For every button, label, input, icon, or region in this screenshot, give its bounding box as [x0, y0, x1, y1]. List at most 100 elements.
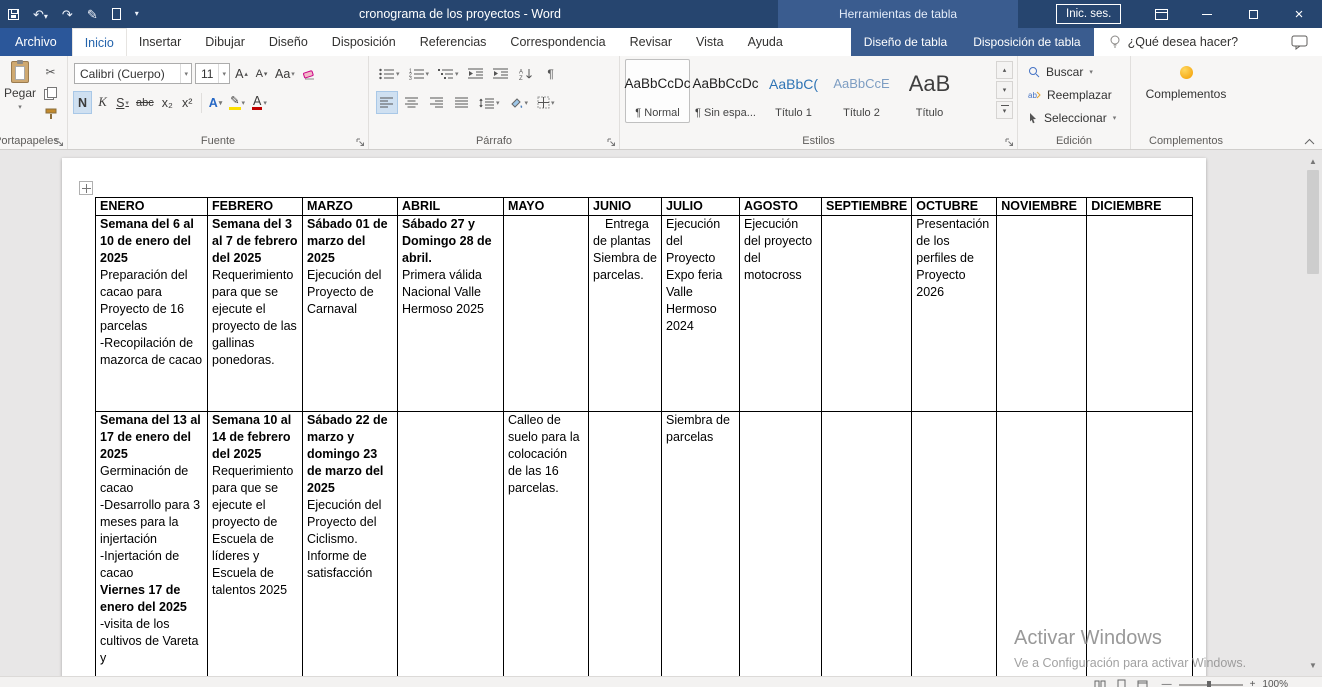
zoom-level[interactable]: 100% — [1262, 679, 1288, 687]
line-spacing-button[interactable]: ▾ — [477, 92, 502, 113]
web-layout-icon[interactable] — [1137, 680, 1148, 687]
gallery-down-button[interactable]: ▾ — [996, 81, 1013, 99]
text-effects-button[interactable]: A▾ — [207, 92, 225, 113]
highlight-color-button[interactable]: ✎▾ — [227, 92, 247, 113]
calendar-cell[interactable]: Semana del 13 al 17 de enero del 2025Ger… — [96, 412, 208, 677]
select-button[interactable]: Seleccionar ▾ — [1018, 108, 1130, 128]
style-normal[interactable]: AaBbCcDc ¶ Normal — [625, 59, 690, 123]
calendar-cell[interactable] — [912, 412, 997, 677]
table-move-handle[interactable] — [79, 181, 93, 195]
tell-me-box[interactable]: ¿Qué desea hacer? — [1109, 28, 1239, 56]
shrink-font-button[interactable]: A▾ — [253, 63, 270, 84]
customize-toolbar-chevron-icon[interactable]: ▾ — [135, 10, 139, 18]
calendar-cell[interactable] — [822, 412, 912, 677]
decrease-indent-button[interactable] — [466, 63, 486, 84]
month-header[interactable]: ENERO — [96, 198, 208, 216]
zoom-out-icon[interactable]: — — [1162, 679, 1172, 687]
tab-ayuda[interactable]: Ayuda — [736, 28, 795, 56]
multilevel-list-button[interactable]: ▾ — [436, 63, 461, 84]
month-header[interactable]: JUNIO — [589, 198, 662, 216]
month-header[interactable]: JULIO — [662, 198, 740, 216]
style-titulo-2[interactable]: AaBbCcE Título 2 — [829, 59, 894, 123]
subscript-button[interactable]: x₂ — [159, 92, 176, 113]
calendar-cell[interactable]: Calleo de suelo para la colocación de la… — [504, 412, 589, 677]
numbering-button[interactable]: 123▾ — [407, 63, 432, 84]
strikethrough-button[interactable]: abc — [134, 92, 156, 113]
tab-diseno-de-tabla[interactable]: Diseño de tabla — [851, 28, 960, 56]
calendar-cell[interactable]: Ejecución del Proyecto Expo feria Valle … — [662, 216, 740, 412]
close-button[interactable]: × — [1276, 0, 1322, 28]
bullets-button[interactable]: ▾ — [377, 63, 402, 84]
tab-diseno[interactable]: Diseño — [257, 28, 320, 56]
tab-insertar[interactable]: Insertar — [127, 28, 193, 56]
style-sin-espaciado[interactable]: AaBbCcDc ¶ Sin espa... — [693, 59, 758, 123]
scrollbar-thumb[interactable] — [1307, 170, 1319, 274]
tab-dibujar[interactable]: Dibujar — [193, 28, 257, 56]
calendar-cell[interactable]: Siembra de parcelas — [662, 412, 740, 677]
collapse-ribbon-chevron-icon[interactable] — [1304, 138, 1315, 145]
calendar-cell[interactable]: Semana del 3 al 7 de febrero del 2025Req… — [208, 216, 303, 412]
page[interactable]: ENEROFEBREROMARZOABRILMAYOJUNIOJULIOAGOS… — [62, 158, 1206, 676]
shading-button[interactable]: ▾ — [507, 92, 531, 113]
calendar-cell[interactable] — [589, 412, 662, 677]
dialog-launcher-icon[interactable] — [607, 138, 616, 147]
dialog-launcher-icon[interactable] — [356, 138, 365, 147]
calendar-cell[interactable] — [997, 412, 1087, 677]
tab-archivo[interactable]: Archivo — [0, 28, 72, 56]
calendar-cell[interactable]: Ejecución del proyecto del motocross — [740, 216, 822, 412]
month-header[interactable]: AGOSTO — [740, 198, 822, 216]
tab-vista[interactable]: Vista — [684, 28, 736, 56]
calendar-cell[interactable]: Entrega de plantas Siembra de parcelas. — [589, 216, 662, 412]
month-header[interactable]: MARZO — [303, 198, 398, 216]
calendar-cell[interactable]: Sábado 27 y Domingo 28 de abril.Primera … — [398, 216, 504, 412]
copy-button[interactable] — [44, 87, 57, 100]
print-layout-icon[interactable] — [1117, 679, 1126, 687]
calendar-cell[interactable] — [1087, 216, 1193, 412]
font-size-combo[interactable]: 11 ▾ — [195, 63, 230, 84]
calendar-cell[interactable]: Presentación de los perfiles de Proyecto… — [912, 216, 997, 412]
month-header[interactable]: NOVIEMBRE — [997, 198, 1087, 216]
change-case-button[interactable]: Aa▾ — [273, 63, 297, 84]
undo-icon[interactable]: ↶▾ — [33, 8, 48, 21]
month-header[interactable]: FEBRERO — [208, 198, 303, 216]
underline-button[interactable]: S▾ — [114, 92, 131, 113]
tab-disposicion[interactable]: Disposición — [320, 28, 408, 56]
zoom-slider-thumb[interactable] — [1207, 681, 1211, 687]
align-right-button[interactable] — [427, 92, 447, 113]
font-family-combo[interactable]: Calibri (Cuerpo) ▾ — [74, 63, 192, 84]
month-header[interactable]: MAYO — [504, 198, 589, 216]
italic-button[interactable]: K — [94, 92, 111, 113]
calendar-cell[interactable]: Semana del 6 al 10 de enero del 2025Prep… — [96, 216, 208, 412]
bold-button[interactable]: N — [74, 92, 91, 113]
ribbon-display-options-button[interactable] — [1138, 0, 1184, 28]
maximize-button[interactable] — [1230, 0, 1276, 28]
scroll-up-arrow-icon[interactable]: ▲ — [1305, 154, 1321, 168]
format-painter-button[interactable] — [45, 108, 57, 120]
redo-icon[interactable]: ↷ — [62, 8, 73, 21]
style-titulo-1[interactable]: AaBbC( Título 1 — [761, 59, 826, 123]
tab-revisar[interactable]: Revisar — [618, 28, 684, 56]
zoom-slider[interactable] — [1179, 684, 1243, 686]
increase-indent-button[interactable] — [491, 63, 511, 84]
style-titulo[interactable]: AaB Título — [897, 59, 962, 123]
zoom-in-icon[interactable]: + — [1250, 679, 1256, 687]
align-left-button[interactable] — [377, 92, 397, 113]
clear-formatting-button[interactable] — [300, 63, 318, 84]
find-button[interactable]: Buscar ▾ — [1018, 62, 1130, 82]
calendar-cell[interactable] — [398, 412, 504, 677]
comments-button[interactable] — [1291, 28, 1308, 56]
save-icon[interactable] — [8, 9, 19, 20]
gallery-up-button[interactable]: ▴ — [996, 61, 1013, 79]
calendar-cell[interactable] — [822, 216, 912, 412]
calendar-cell[interactable] — [1087, 412, 1193, 677]
month-header[interactable]: ABRIL — [398, 198, 504, 216]
tab-referencias[interactable]: Referencias — [408, 28, 499, 56]
tab-correspondencia[interactable]: Correspondencia — [498, 28, 617, 56]
month-header[interactable]: DICIEMBRE — [1087, 198, 1193, 216]
font-color-button[interactable]: A▾ — [250, 92, 269, 113]
replace-button[interactable]: ab Reemplazar — [1018, 85, 1130, 105]
dialog-launcher-icon[interactable] — [55, 138, 64, 147]
align-center-button[interactable] — [402, 92, 422, 113]
calendar-cell[interactable] — [740, 412, 822, 677]
paste-button[interactable]: Pegar ▾ — [1, 61, 39, 127]
